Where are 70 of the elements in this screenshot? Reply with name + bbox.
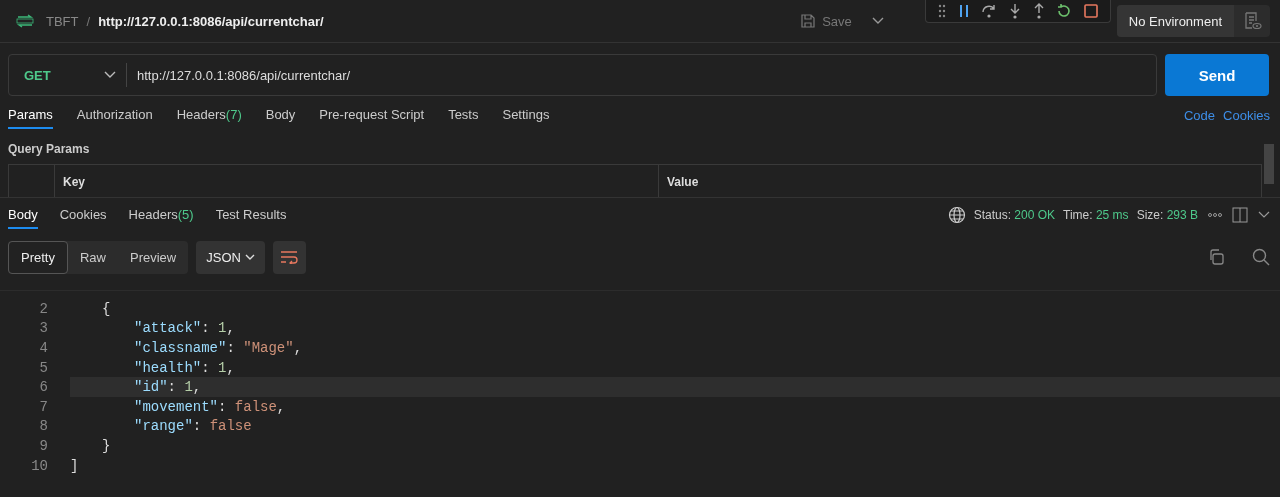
view-mode-tab[interactable]: Raw [67, 240, 118, 274]
scrollbar-thumb[interactable] [1264, 144, 1274, 184]
response-stat: Status: 200 OK [973, 208, 1056, 222]
request-tab[interactable]: Authorization [76, 101, 153, 129]
chevron-down-icon[interactable] [1258, 211, 1270, 219]
response-tab[interactable]: Test Results [215, 201, 287, 229]
section-heading: Query Params [8, 142, 91, 156]
save-button[interactable]: Save [800, 13, 852, 29]
chevron-down-icon [244, 253, 255, 261]
url-field[interactable]: GET http://127.0.0.1:8086/api/currentchar/ [8, 54, 1157, 96]
request-tab[interactable]: Settings [502, 101, 550, 129]
header-link[interactable]: Code [1183, 107, 1216, 123]
line-number: 5 [38, 359, 49, 376]
column-header: Value [666, 174, 700, 191]
code-line: "classname": "Mage", [133, 340, 303, 356]
drag-handle-icon[interactable] [937, 4, 946, 18]
line-number: 10 [30, 457, 49, 474]
code-line: ] [70, 457, 79, 474]
line-number: 3 [38, 320, 49, 337]
wrap-lines-icon [280, 250, 299, 264]
chevron-down-icon [104, 71, 116, 79]
request-tab[interactable]: Pre-request Script [319, 101, 425, 129]
step-over-icon[interactable] [981, 3, 998, 19]
format-dropdown[interactable]: JSON [196, 240, 265, 274]
request-tab[interactable]: Body [265, 101, 296, 129]
line-number: 4 [38, 340, 49, 356]
code-line: "id": 1, [133, 379, 202, 396]
view-mode-tab[interactable]: Pretty [8, 240, 68, 274]
line-number: 6 [38, 379, 49, 396]
response-tab[interactable]: Cookies [59, 201, 107, 229]
response-stat: Time: 25 ms [1063, 208, 1129, 222]
copy-icon[interactable] [1208, 249, 1224, 265]
response-tab[interactable]: Headers(5) [128, 201, 194, 229]
breadcrumb-separator: / [86, 13, 91, 29]
line-number: 7 [38, 398, 49, 415]
step-into-icon[interactable] [1008, 3, 1021, 19]
collection-name[interactable]: TBFT [46, 13, 79, 29]
request-title: http://127.0.0.1:8086/api/currentchar/ [98, 13, 324, 29]
send-button[interactable]: Send [1165, 54, 1269, 96]
response-stat: Size: 293 B [1136, 208, 1198, 222]
request-tab[interactable]: Params [8, 101, 53, 129]
restart-icon[interactable] [1056, 3, 1073, 19]
chevron-down-icon[interactable] [871, 17, 884, 25]
header-link[interactable]: Cookies [1223, 107, 1270, 123]
wrap-lines-button[interactable] [272, 240, 306, 274]
request-tab[interactable]: Tests [448, 101, 479, 129]
line-number: 8 [38, 418, 49, 435]
column-header: Key [55, 165, 659, 197]
view-mode-tab[interactable]: Preview [118, 240, 189, 274]
step-out-icon[interactable] [1032, 3, 1045, 19]
code-line: "health": 1, [133, 359, 235, 376]
line-number: 2 [38, 300, 49, 317]
line-number: 9 [38, 437, 49, 454]
code-line: { [101, 300, 111, 317]
code-line: "attack": 1, [133, 320, 235, 337]
method-selector[interactable]: GET [9, 63, 127, 87]
response-tab[interactable]: Body [8, 201, 38, 229]
split-layout-icon[interactable] [1232, 207, 1248, 223]
stop-icon[interactable] [1084, 4, 1099, 18]
pause-icon[interactable] [957, 4, 970, 18]
more-icon[interactable] [1208, 212, 1222, 218]
environment-selector[interactable]: No Environment [1116, 5, 1234, 37]
code-line: "range": false [133, 418, 252, 435]
request-tab[interactable]: Headers(7) [176, 101, 242, 129]
globe-icon[interactable] [947, 206, 966, 224]
environment-view-icon[interactable] [1242, 11, 1262, 31]
code-line: } [101, 437, 111, 454]
http-icon [16, 14, 34, 28]
search-icon[interactable] [1252, 248, 1270, 266]
code-line: "movement": false, [133, 398, 286, 415]
